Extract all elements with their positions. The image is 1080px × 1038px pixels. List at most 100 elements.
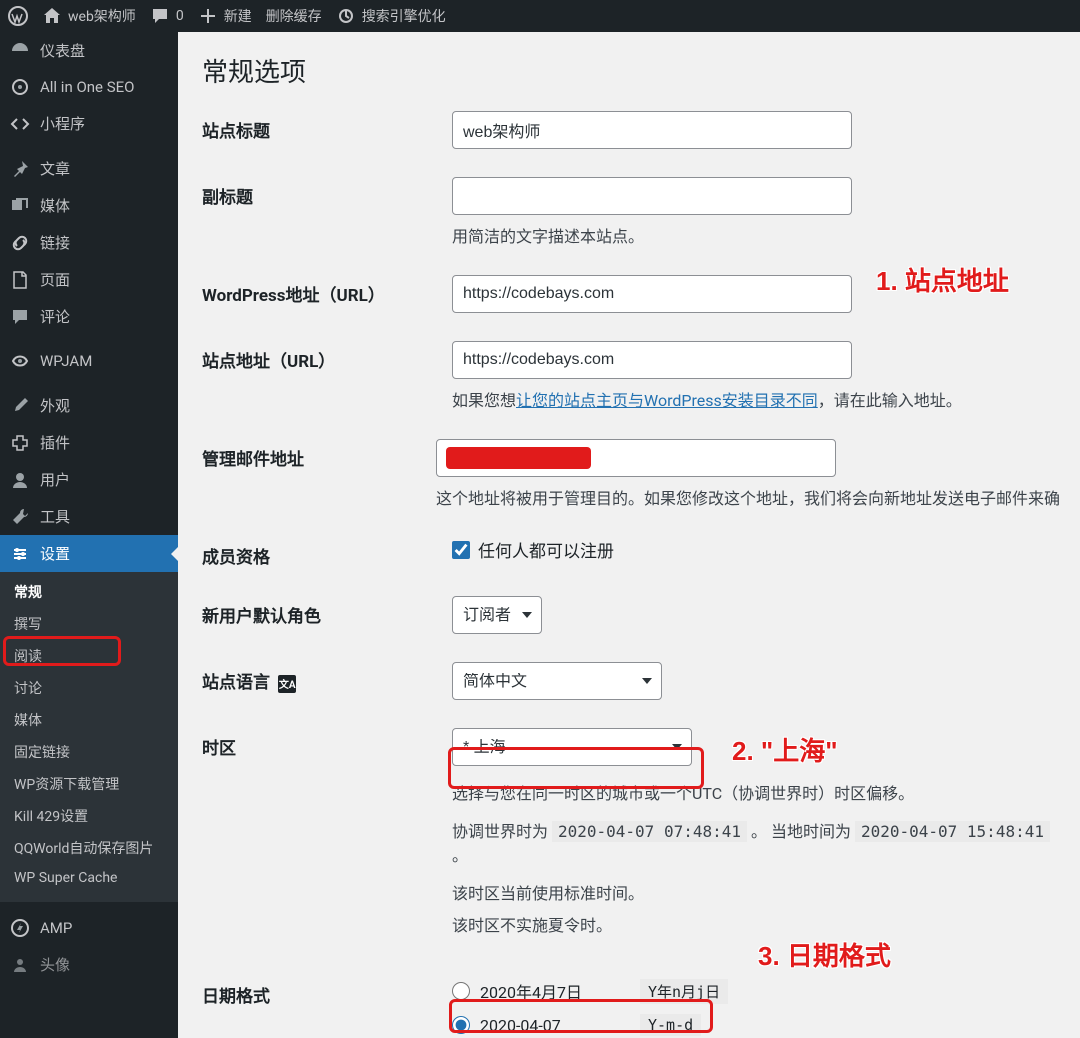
redacted-mark bbox=[446, 447, 591, 469]
label-site-title: 站点标题 bbox=[202, 111, 452, 142]
comments-menu[interactable]: 0 bbox=[150, 6, 184, 26]
utc-time-value: 2020-04-07 07:48:41 bbox=[552, 821, 747, 842]
label-site-lang: 站点语言 文A bbox=[202, 662, 452, 693]
membership-cb-label: 任何人都可以注册 bbox=[478, 537, 614, 562]
clear-cache-menu[interactable]: 删除缓存 bbox=[266, 6, 322, 26]
page-title: 常规选项 bbox=[202, 52, 1056, 89]
sidebar-item-appearance[interactable]: 外观 bbox=[0, 387, 178, 424]
sidebar-item-plugins[interactable]: 插件 bbox=[0, 424, 178, 461]
sidebar-item-label: 外观 bbox=[40, 395, 70, 416]
sidebar-item-label: 仪表盘 bbox=[40, 40, 85, 61]
label-timezone: 时区 bbox=[202, 728, 452, 759]
avatar-icon bbox=[10, 955, 30, 975]
sidebar-item-label: AMP bbox=[40, 919, 72, 937]
plugin-icon bbox=[10, 433, 30, 453]
sidebar-item-pages[interactable]: 页面 bbox=[0, 261, 178, 298]
translate-icon: 文A bbox=[278, 675, 296, 693]
date-format-option-1[interactable]: 2020-04-07 Y-m-d bbox=[452, 1010, 1056, 1038]
new-content-label: 新建 bbox=[224, 6, 252, 26]
label-site-url: 站点地址（URL） bbox=[202, 341, 452, 372]
clear-cache-label: 删除缓存 bbox=[266, 6, 322, 26]
sidebar-item-media[interactable]: 媒体 bbox=[0, 187, 178, 224]
sidebar-item-posts[interactable]: 文章 bbox=[0, 150, 178, 187]
date-format-option-0[interactable]: 2020年4月7日 Y年n月j日 bbox=[452, 976, 1056, 1006]
sidebar-item-tools[interactable]: 工具 bbox=[0, 498, 178, 535]
wp-url-input[interactable] bbox=[452, 275, 852, 313]
date-format-radio-1[interactable] bbox=[452, 1016, 470, 1034]
aioseo-icon bbox=[10, 77, 30, 97]
comments-count: 0 bbox=[176, 8, 184, 24]
site-url-help-link[interactable]: 让您的站点主页与WordPress安装目录不同 bbox=[516, 391, 818, 410]
submenu-discussion[interactable]: 讨论 bbox=[0, 672, 178, 704]
sidebar-item-label: 设置 bbox=[40, 543, 70, 564]
tagline-help: 用简洁的文字描述本站点。 bbox=[452, 223, 1056, 247]
site-name-label: web架构师 bbox=[68, 6, 136, 26]
submenu-qqworld[interactable]: QQWorld自动保存图片 bbox=[0, 832, 178, 864]
sidebar-item-settings[interactable]: 设置 bbox=[0, 535, 178, 572]
submenu-permalinks[interactable]: 固定链接 bbox=[0, 736, 178, 768]
tz-help-4: 该时区不实施夏令时。 bbox=[452, 912, 1056, 936]
membership-checkbox[interactable] bbox=[452, 541, 470, 559]
label-admin-email: 管理邮件地址 bbox=[202, 439, 436, 470]
tagline-input[interactable] bbox=[452, 177, 852, 215]
sidebar-item-dashboard[interactable]: 仪表盘 bbox=[0, 32, 178, 69]
site-name-menu[interactable]: web架构师 bbox=[42, 6, 136, 26]
label-wp-url: WordPress地址（URL） bbox=[202, 275, 452, 306]
admin-sidebar: 仪表盘 All in One SEO 小程序 文章 媒体 链接 页面 评论 WP… bbox=[0, 32, 178, 1038]
submenu-general[interactable]: 常规 bbox=[0, 576, 178, 608]
wpjam-icon bbox=[10, 351, 30, 371]
seo-menu[interactable]: 搜索引擎优化 bbox=[336, 6, 446, 26]
wp-logo-icon bbox=[8, 6, 28, 26]
sidebar-item-links[interactable]: 链接 bbox=[0, 224, 178, 261]
tz-help-3: 该时区当前使用标准时间。 bbox=[452, 880, 1056, 904]
site-url-help: 如果您想让您的站点主页与WordPress安装目录不同，请在此输入地址。 bbox=[452, 387, 1056, 411]
local-time-value: 2020-04-07 15:48:41 bbox=[855, 821, 1050, 842]
sidebar-item-comments[interactable]: 评论 bbox=[0, 298, 178, 335]
sidebar-item-miniprogram[interactable]: 小程序 bbox=[0, 105, 178, 142]
submenu-reading[interactable]: 阅读 bbox=[0, 640, 178, 672]
sidebar-item-amp[interactable]: AMP bbox=[0, 910, 178, 946]
sidebar-item-label: 用户 bbox=[40, 469, 70, 490]
home-icon bbox=[42, 6, 62, 26]
submenu-writing[interactable]: 撰写 bbox=[0, 608, 178, 640]
sidebar-item-users[interactable]: 用户 bbox=[0, 461, 178, 498]
site-lang-select[interactable]: 简体中文 bbox=[452, 662, 662, 700]
submenu-kill429[interactable]: Kill 429设置 bbox=[0, 800, 178, 832]
submenu-wp-download[interactable]: WP资源下载管理 bbox=[0, 768, 178, 800]
sidebar-item-avatar[interactable]: 头像 bbox=[0, 946, 178, 983]
default-role-select[interactable]: 订阅者 bbox=[452, 596, 542, 634]
sidebar-item-label: 插件 bbox=[40, 432, 70, 453]
label-membership: 成员资格 bbox=[202, 537, 452, 568]
brush-icon bbox=[10, 396, 30, 416]
sidebar-item-label: 工具 bbox=[40, 506, 70, 527]
amp-icon bbox=[10, 918, 30, 938]
settings-icon bbox=[10, 544, 30, 564]
site-url-input[interactable] bbox=[452, 341, 852, 379]
code-icon bbox=[10, 114, 30, 134]
wp-logo-menu[interactable] bbox=[8, 6, 28, 26]
pin-icon bbox=[10, 159, 30, 179]
comment-icon bbox=[10, 307, 30, 327]
sidebar-item-wpjam[interactable]: WPJAM bbox=[0, 343, 178, 379]
plus-icon bbox=[198, 6, 218, 26]
sidebar-item-label: 链接 bbox=[40, 232, 70, 253]
comment-icon bbox=[150, 6, 170, 26]
dashboard-icon bbox=[10, 41, 30, 61]
page-icon bbox=[10, 270, 30, 290]
sidebar-item-label: 媒体 bbox=[40, 195, 70, 216]
media-icon bbox=[10, 196, 30, 216]
label-default-role: 新用户默认角色 bbox=[202, 596, 452, 627]
sidebar-item-label: 小程序 bbox=[40, 113, 85, 134]
timezone-select[interactable]: * 上海 bbox=[452, 728, 692, 766]
user-icon bbox=[10, 470, 30, 490]
sidebar-item-label: 文章 bbox=[40, 158, 70, 179]
sidebar-item-aioseo[interactable]: All in One SEO bbox=[0, 69, 178, 105]
tz-help-1: 选择与您在同一时区的城市或一个UTC（协调世界时）时区偏移。 bbox=[452, 780, 1056, 804]
seo-icon bbox=[336, 6, 356, 26]
submenu-media[interactable]: 媒体 bbox=[0, 704, 178, 736]
new-content-menu[interactable]: 新建 bbox=[198, 6, 252, 26]
submenu-wpsupercache[interactable]: WP Super Cache bbox=[0, 864, 178, 892]
sidebar-item-label: 评论 bbox=[40, 306, 70, 327]
site-title-input[interactable] bbox=[452, 111, 852, 149]
date-format-radio-0[interactable] bbox=[452, 982, 470, 1000]
